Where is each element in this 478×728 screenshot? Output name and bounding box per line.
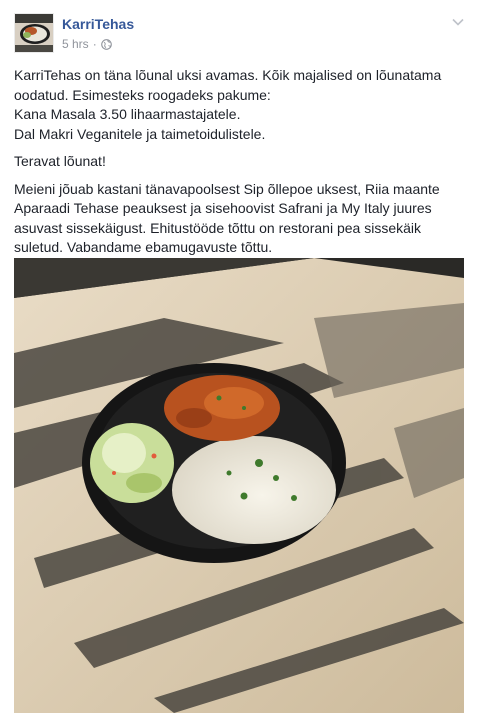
post-header: KarriTehas 5 hrs ·	[14, 13, 466, 55]
globe-icon[interactable]	[100, 38, 112, 50]
page-name-link[interactable]: KarriTehas	[62, 16, 134, 32]
post-text: KarriTehas on täna lõunal uksi avamas. K…	[14, 66, 466, 266]
chevron-down-icon[interactable]	[450, 15, 466, 29]
post-meta: 5 hrs ·	[62, 37, 112, 51]
feed-post: KarriTehas 5 hrs · KarriTehas on täna lõ…	[0, 0, 478, 728]
post-timestamp[interactable]: 5 hrs	[62, 37, 89, 51]
post-paragraph: Teravat lõunat!	[14, 153, 106, 169]
page-avatar[interactable]	[14, 13, 54, 53]
food-photo-image	[14, 258, 464, 713]
post-photo[interactable]	[14, 258, 464, 713]
post-paragraph: Meieni jõuab kastani tänavapoolsest Sip …	[14, 180, 440, 256]
post-paragraph: KarriTehas on täna lõunal uksi avamas. K…	[14, 67, 442, 142]
meta-separator: ·	[92, 37, 97, 51]
